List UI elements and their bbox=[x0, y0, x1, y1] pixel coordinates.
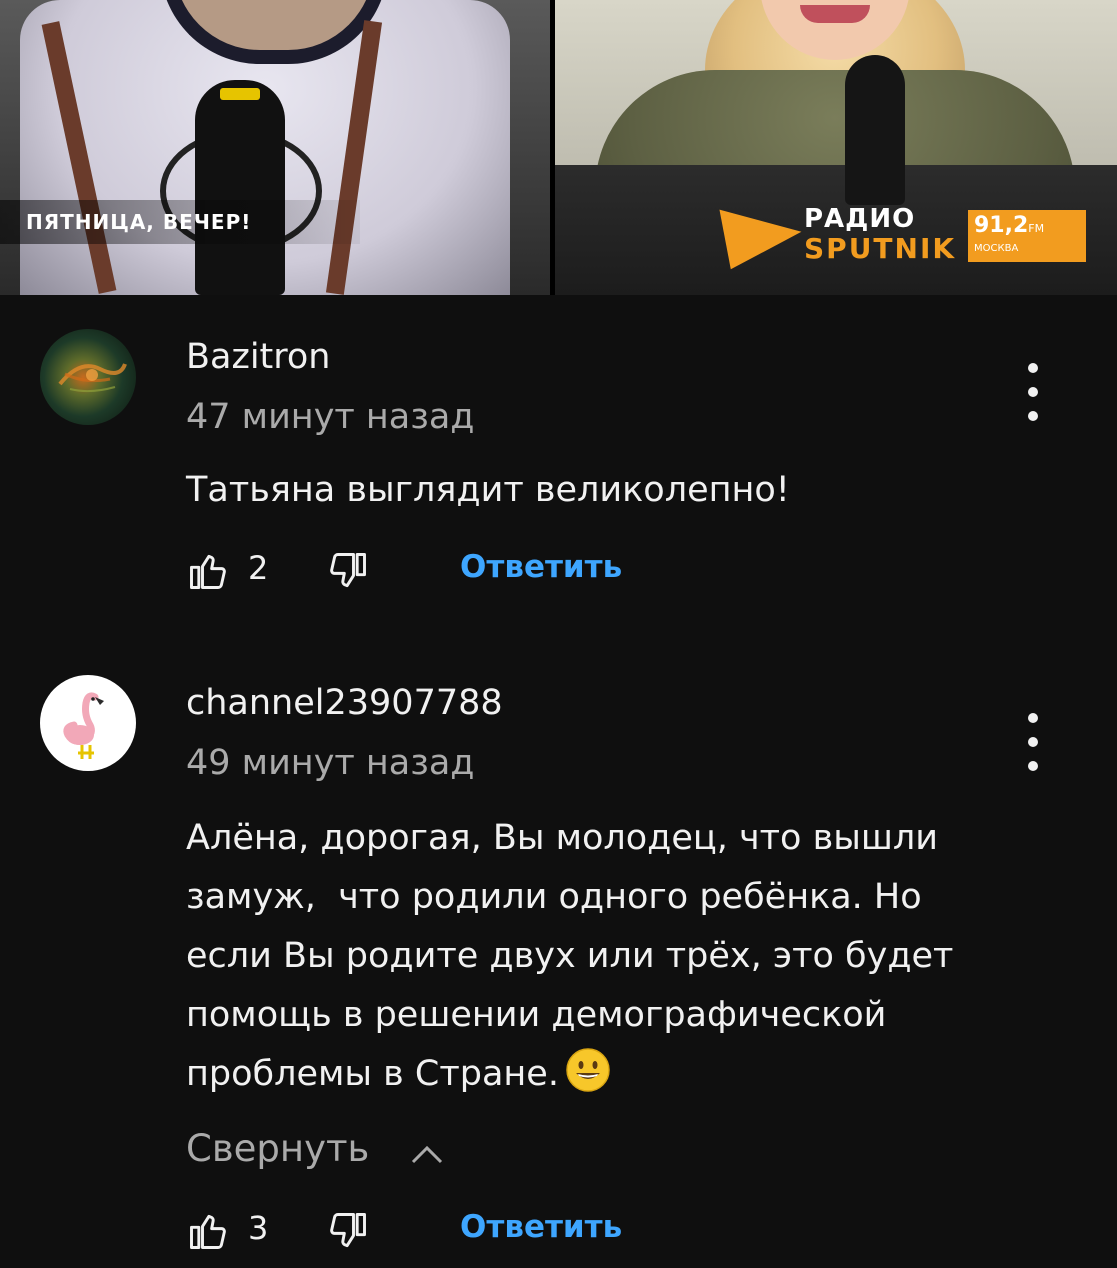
comment-item: Bazitron 47 минут назад Татьяна выглядит… bbox=[0, 295, 1117, 665]
collapse-button[interactable]: Свернуть bbox=[186, 1127, 369, 1170]
mic-band bbox=[220, 88, 260, 100]
thumbs-up-icon[interactable] bbox=[186, 1209, 230, 1253]
video-player[interactable]: ПЯТНИЦА, ВЕЧЕР! РАДИО SPUTNIK 91,2FM МОС… bbox=[0, 0, 1117, 295]
comment-text-line: проблемы в Стране. bbox=[186, 1054, 559, 1094]
comment-actions: 2 Ответить bbox=[186, 545, 786, 595]
guest-lips bbox=[800, 5, 870, 23]
more-options-icon[interactable] bbox=[1018, 707, 1048, 777]
comment-text-line: замуж, что родили одного ребёнка. Но bbox=[186, 877, 922, 917]
reply-button[interactable]: Ответить bbox=[460, 1209, 622, 1245]
video-left-panel bbox=[0, 0, 550, 295]
comment-text: Алёна, дорогая, Вы молодец, что вышли за… bbox=[186, 809, 1066, 1104]
comment-time: 47 минут назад bbox=[186, 397, 475, 437]
like-count: 3 bbox=[248, 1209, 269, 1247]
thumbs-down-icon[interactable] bbox=[326, 549, 370, 593]
like-count: 2 bbox=[248, 549, 269, 587]
comment-item: channel23907788 49 минут назад Алёна, до… bbox=[0, 665, 1117, 1268]
reply-button[interactable]: Ответить bbox=[460, 549, 622, 585]
frequency-unit: FM bbox=[1028, 222, 1045, 235]
comment-text-line-last: проблемы в Стране. bbox=[186, 1045, 1066, 1104]
chevron-up-icon[interactable] bbox=[410, 1143, 444, 1165]
frequency-badge: 91,2FM МОСКВА bbox=[968, 210, 1086, 262]
thumbs-down-icon[interactable] bbox=[326, 1209, 370, 1253]
avatar[interactable] bbox=[40, 675, 136, 771]
collapse-label: Свернуть bbox=[186, 1127, 370, 1170]
microphone bbox=[845, 55, 905, 205]
nebula-avatar-icon bbox=[58, 363, 127, 393]
comment-text-line: если Вы родите двух или трёх, это будет bbox=[186, 936, 954, 976]
more-options-icon[interactable] bbox=[1018, 357, 1048, 427]
comment-author[interactable]: channel23907788 bbox=[186, 683, 503, 723]
radio-label: РАДИО bbox=[804, 204, 916, 234]
show-title: ПЯТНИЦА, ВЕЧЕР! bbox=[0, 200, 360, 244]
frequency-value: 91,2 bbox=[974, 213, 1029, 238]
comment-text-line: Алёна, дорогая, Вы молодец, что вышли bbox=[186, 818, 939, 858]
flamingo-avatar-icon bbox=[63, 692, 104, 759]
thumbs-up-icon[interactable] bbox=[186, 549, 230, 593]
grinning-face-emoji-icon bbox=[566, 1048, 610, 1092]
comment-text: Татьяна выглядит великолепно! bbox=[186, 470, 790, 510]
comment-actions: 3 Ответить bbox=[186, 1205, 786, 1255]
avatar[interactable] bbox=[40, 329, 136, 425]
comment-author[interactable]: Bazitron bbox=[186, 337, 331, 377]
comment-time: 49 минут назад bbox=[186, 743, 475, 783]
sputnik-label: SPUTNIK bbox=[804, 232, 957, 265]
microphone bbox=[195, 80, 285, 295]
city-label: МОСКВА bbox=[974, 243, 1019, 254]
comment-text-line: помощь в решении демографической bbox=[186, 995, 887, 1035]
